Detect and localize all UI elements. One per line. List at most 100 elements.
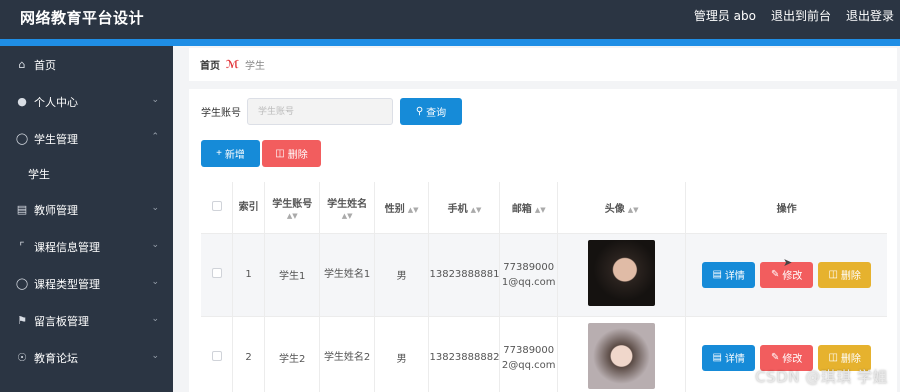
- detail-button[interactable]: ▤ 详情: [702, 344, 756, 371]
- crop-icon: ⌜: [19, 240, 25, 253]
- breadcrumb: 首页 ℳ 学生: [189, 48, 897, 81]
- pencil-icon: ✎: [770, 352, 780, 363]
- avatar-image: [588, 240, 656, 306]
- sidebar-item-label: 首页: [34, 58, 56, 72]
- cell-email: 773890001@qq.com: [499, 233, 558, 317]
- mouse-cursor-icon: ➤: [783, 256, 793, 269]
- breadcrumb-current: 学生: [245, 61, 266, 72]
- sort-icon: ▲▼: [407, 205, 419, 214]
- cell-phone: 13823888882: [428, 316, 501, 392]
- sidebar-item-course-info[interactable]: ⌜ 课程信息管理 ⌄: [0, 228, 173, 265]
- cell-avatar: [557, 316, 687, 392]
- column-header-avatar[interactable]: 头像 ▲▼: [557, 182, 687, 234]
- home-icon: ⌂: [18, 58, 26, 71]
- sidebar-item-message-board[interactable]: ⚑ 留言板管理 ⌄: [0, 302, 173, 339]
- sidebar-item-profile[interactable]: ● 个人中心 ⌄: [0, 83, 173, 120]
- sidebar-item-label: 教育论坛: [34, 351, 78, 365]
- sidebar-item-teacher-management[interactable]: ▤ 教师管理 ⌄: [0, 191, 173, 228]
- logout-link[interactable]: 退出登录: [846, 7, 894, 24]
- sidebar: ⌂ 首页 ● 个人中心 ⌄ ◯ 学生管理 ⌃ 学生 ▤ 教师管理 ⌄ ⌜ 课程信…: [0, 46, 173, 392]
- cell-phone: 13823888881: [428, 233, 501, 317]
- sort-icon: ▲▼: [627, 205, 639, 214]
- cell-account: 学生1: [264, 233, 321, 317]
- app-title: 网络教育平台设计: [20, 9, 145, 27]
- sidebar-item-label: 个人中心: [34, 95, 78, 109]
- pencil-icon: ✎: [770, 269, 780, 280]
- column-header-phone[interactable]: 手机 ▲▼: [428, 182, 501, 234]
- query-button-label: 查询: [426, 108, 447, 119]
- column-header-account[interactable]: 学生账号 ▲▼: [264, 182, 321, 234]
- sort-icon: ▲▼: [341, 211, 353, 220]
- mic-icon: ◯: [15, 277, 29, 290]
- accent-bar: [0, 39, 900, 46]
- add-button-label: 新增: [224, 150, 245, 161]
- column-header-gender[interactable]: 性别 ▲▼: [374, 182, 430, 234]
- sidebar-item-label: 留言板管理: [34, 314, 89, 328]
- mic-icon: ◯: [15, 132, 29, 145]
- row-checkbox[interactable]: [201, 316, 234, 392]
- sidebar-item-label: 学生: [28, 168, 50, 181]
- delete-button-label: 删除: [287, 150, 308, 161]
- trash-icon: ◫: [828, 352, 838, 363]
- chevron-down-icon: ⌄: [151, 203, 159, 213]
- content-panel: 学生账号 ⚲ 查询 + 新增 ◫ 删除 索引: [189, 89, 897, 392]
- compass-icon: ☉: [17, 351, 27, 364]
- detail-button[interactable]: ▤ 详情: [702, 261, 756, 288]
- sidebar-item-label: 教师管理: [34, 203, 78, 217]
- cell-index: 1: [232, 233, 265, 317]
- table-header-row: 索引 学生账号 ▲▼ 学生姓名 ▲▼ 性别 ▲▼ 手机 ▲▼ 邮箱 ▲▼ 头像 …: [201, 182, 887, 234]
- cell-name: 学生姓名2: [319, 316, 375, 392]
- sort-icon: ▲▼: [470, 205, 482, 214]
- sidebar-item-label: 课程信息管理: [34, 240, 100, 254]
- header-nav: 管理员 abo 退出到前台 退出登录: [694, 7, 894, 24]
- breadcrumb-separator-icon: ℳ: [226, 58, 240, 71]
- row-checkbox[interactable]: [201, 233, 234, 317]
- chevron-down-icon: ⌄: [151, 95, 159, 105]
- column-header-index: 索引: [232, 182, 265, 234]
- sidebar-item-home[interactable]: ⌂ 首页: [0, 46, 173, 83]
- column-header-email[interactable]: 邮箱 ▲▼: [499, 182, 558, 234]
- cell-avatar: [557, 233, 687, 317]
- cell-index: 2: [232, 316, 265, 392]
- admin-user-link[interactable]: 管理员 abo: [694, 7, 756, 24]
- back-to-front-link[interactable]: 退出到前台: [771, 7, 831, 24]
- chevron-down-icon: ⌄: [151, 314, 159, 324]
- document-icon: ▤: [712, 352, 722, 363]
- user-icon: ●: [17, 95, 27, 108]
- sidebar-item-label: 课程类型管理: [34, 277, 100, 291]
- add-button[interactable]: + 新增: [201, 140, 260, 167]
- sort-icon: ▲▼: [534, 205, 546, 214]
- trash-icon: ◫: [275, 148, 285, 159]
- doc-icon: ▤: [16, 203, 28, 216]
- query-button[interactable]: ⚲ 查询: [400, 98, 462, 125]
- sidebar-item-course-type[interactable]: ◯ 课程类型管理 ⌄: [0, 265, 173, 302]
- students-table: 索引 学生账号 ▲▼ 学生姓名 ▲▼ 性别 ▲▼ 手机 ▲▼ 邮箱 ▲▼ 头像 …: [201, 182, 887, 392]
- select-all-checkbox[interactable]: [201, 182, 234, 234]
- trash-icon: ◫: [828, 269, 838, 280]
- search-bar: 学生账号 ⚲ 查询: [201, 98, 462, 125]
- main-content: 首页 ℳ 学生 学生账号 ⚲ 查询 + 新增 ◫ 删除: [173, 46, 900, 392]
- cell-actions: ▤ 详情 ✎ 修改 ◫ 删除: [685, 233, 887, 317]
- table-row: 1 学生1 学生姓名1 男 13823888881 773890001@qq.c…: [201, 233, 887, 317]
- search-input[interactable]: [247, 98, 393, 125]
- search-label: 学生账号: [201, 108, 241, 119]
- delete-button[interactable]: ◫ 删除: [262, 140, 321, 167]
- cell-account: 学生2: [264, 316, 321, 392]
- plus-icon: +: [216, 148, 222, 159]
- breadcrumb-home[interactable]: 首页: [200, 57, 220, 72]
- column-header-name[interactable]: 学生姓名 ▲▼: [319, 182, 375, 234]
- flag-icon: ⚑: [17, 314, 27, 327]
- sidebar-item-forum[interactable]: ☉ 教育论坛 ⌄: [0, 339, 173, 376]
- sidebar-subitem-students[interactable]: 学生: [0, 157, 173, 191]
- chevron-up-icon: ⌃: [151, 132, 159, 142]
- avatar-image: [588, 323, 656, 389]
- sidebar-item-student-management[interactable]: ◯ 学生管理 ⌃: [0, 120, 173, 157]
- sidebar-item-label: 学生管理: [34, 132, 78, 146]
- search-icon: ⚲: [415, 106, 424, 117]
- cell-email: 773890002@qq.com: [499, 316, 558, 392]
- column-header-actions: 操作: [685, 182, 887, 234]
- row-delete-button[interactable]: ◫ 删除: [818, 261, 872, 288]
- document-icon: ▤: [712, 269, 722, 280]
- watermark: CSDN @琪琪 学姐: [755, 368, 888, 386]
- cell-name: 学生姓名1: [319, 233, 375, 317]
